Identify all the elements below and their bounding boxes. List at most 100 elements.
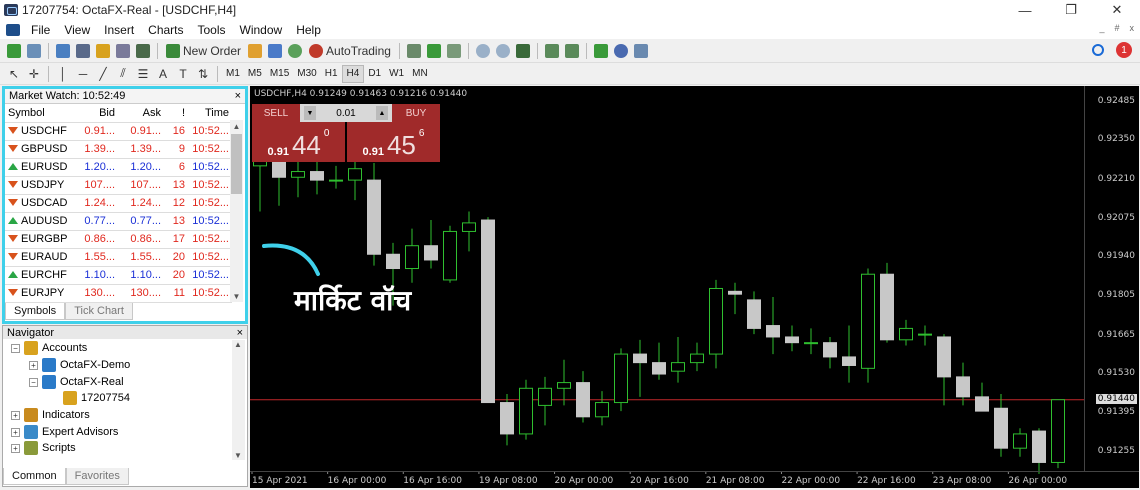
col-ask[interactable]: Ask xyxy=(118,104,164,123)
scroll-thumb[interactable] xyxy=(231,134,242,194)
navigator-close-icon[interactable]: × xyxy=(237,327,243,339)
menu-tools[interactable]: Tools xyxy=(191,23,233,37)
vertical-line-button[interactable]: │ xyxy=(54,65,72,83)
buy-button[interactable]: BUY xyxy=(392,104,440,122)
maximize-button[interactable]: ❐ xyxy=(1048,0,1094,20)
table-row[interactable]: EURUSD 1.20... 1.20... 6 10:52... xyxy=(5,158,232,177)
lot-size-field[interactable]: ▼ 0.01 ▲ xyxy=(300,104,392,122)
symbol-cell[interactable]: USDCAD xyxy=(5,194,69,213)
market-watch-scrollbar[interactable]: ▲ ▼ xyxy=(230,120,243,302)
timeframe-m5[interactable]: M5 xyxy=(244,65,266,83)
col-bid[interactable]: Bid xyxy=(69,104,118,123)
expand-icon[interactable]: + xyxy=(11,410,20,420)
timeframe-mn[interactable]: MN xyxy=(408,65,432,83)
notifications-icon[interactable]: 1 xyxy=(1116,42,1132,58)
timeframe-h1[interactable]: H1 xyxy=(321,65,342,83)
symbol-cell[interactable]: GBPUSD xyxy=(5,140,69,159)
timeframe-m30[interactable]: M30 xyxy=(293,65,320,83)
nav-demo-server[interactable]: + OctaFX-Demo xyxy=(29,357,130,373)
chart-minimize-button[interactable]: _ xyxy=(1099,23,1104,33)
zoom-out-button[interactable] xyxy=(494,42,512,60)
tab-favorites[interactable]: Favorites xyxy=(65,468,129,485)
profiles-button[interactable] xyxy=(25,42,43,60)
arrows-button[interactable]: ⇅ xyxy=(194,65,212,83)
scroll-down-icon[interactable]: ▼ xyxy=(234,451,242,460)
table-row[interactable]: EURJPY 130.... 130.... 11 10:52... xyxy=(5,284,232,303)
tile-windows-button[interactable] xyxy=(514,42,532,60)
bar-chart-button[interactable] xyxy=(405,42,423,60)
lot-increase-icon[interactable]: ▲ xyxy=(376,106,388,120)
zoom-in-button[interactable] xyxy=(474,42,492,60)
scroll-up-icon[interactable]: ▲ xyxy=(230,120,243,132)
new-chart-button[interactable] xyxy=(5,42,23,60)
symbol-cell[interactable]: EURGBP xyxy=(5,230,69,249)
new-order-button[interactable]: New Order xyxy=(163,42,244,60)
nav-account-item[interactable]: 17207754 xyxy=(63,390,130,406)
timeframe-m15[interactable]: M15 xyxy=(266,65,293,83)
horizontal-line-button[interactable]: ─ xyxy=(74,65,92,83)
sell-price[interactable]: 0.91 44 0 xyxy=(252,122,345,162)
search-icon[interactable] xyxy=(1092,44,1104,56)
nav-accounts[interactable]: − Accounts xyxy=(11,340,87,356)
menu-charts[interactable]: Charts xyxy=(141,23,190,37)
menu-view[interactable]: View xyxy=(57,23,97,37)
candlestick-button[interactable] xyxy=(425,42,443,60)
tab-symbols[interactable]: Symbols xyxy=(5,303,66,320)
symbol-cell[interactable]: EURCHF xyxy=(5,266,69,285)
col-time[interactable]: Time xyxy=(188,104,232,123)
nav-expert-advisors[interactable]: + Expert Advisors xyxy=(11,424,118,440)
navigator-scrollbar[interactable]: ▲ ▼ xyxy=(232,340,245,460)
symbol-cell[interactable]: EURUSD xyxy=(5,158,69,177)
minimize-button[interactable]: — xyxy=(1002,0,1048,20)
symbol-cell[interactable]: USDCHF xyxy=(5,122,69,141)
nav-scripts[interactable]: + Scripts xyxy=(11,440,76,456)
col-spread[interactable]: ! xyxy=(164,104,188,123)
expand-icon[interactable]: + xyxy=(29,360,38,370)
tab-tick-chart[interactable]: Tick Chart xyxy=(65,303,133,320)
symbol-cell[interactable]: EURJPY xyxy=(5,284,69,303)
col-symbol[interactable]: Symbol xyxy=(5,104,69,123)
navigator-toggle[interactable] xyxy=(94,42,112,60)
templates-button[interactable] xyxy=(632,42,650,60)
timeframe-m1[interactable]: M1 xyxy=(222,65,244,83)
scroll-down-icon[interactable]: ▼ xyxy=(230,290,243,302)
chart-window-icon[interactable] xyxy=(6,23,20,36)
auto-scroll-button[interactable] xyxy=(543,42,561,60)
lot-decrease-icon[interactable]: ▼ xyxy=(304,106,316,120)
autotrading-button[interactable]: AutoTrading xyxy=(306,42,394,60)
symbol-cell[interactable]: AUDUSD xyxy=(5,212,69,231)
indicators-button[interactable] xyxy=(592,42,610,60)
sell-button[interactable]: SELL xyxy=(252,104,300,122)
metaeditor-button[interactable] xyxy=(246,42,264,60)
scroll-up-icon[interactable]: ▲ xyxy=(234,340,242,349)
tester-toggle[interactable] xyxy=(134,42,152,60)
symbol-cell[interactable]: EURAUD xyxy=(5,248,69,267)
market-watch-toggle[interactable] xyxy=(54,42,72,60)
chart-close-button[interactable]: x xyxy=(1130,23,1135,33)
data-window-toggle[interactable] xyxy=(74,42,92,60)
tab-common[interactable]: Common xyxy=(3,468,66,485)
table-row[interactable]: EURAUD 1.55... 1.55... 20 10:52... xyxy=(5,248,232,267)
buy-price[interactable]: 0.91 45 6 xyxy=(347,122,440,162)
table-row[interactable]: GBPUSD 1.39... 1.39... 9 10:52... xyxy=(5,140,232,159)
market-watch-close-icon[interactable]: × xyxy=(235,90,241,102)
text-label-button[interactable]: T xyxy=(174,65,192,83)
table-row[interactable]: USDCAD 1.24... 1.24... 12 10:52... xyxy=(5,194,232,213)
table-row[interactable]: EURGBP 0.86... 0.86... 17 10:52... xyxy=(5,230,232,249)
collapse-icon[interactable]: − xyxy=(11,343,20,353)
menu-insert[interactable]: Insert xyxy=(97,23,141,37)
cursor-button[interactable]: ↖ xyxy=(5,65,23,83)
periods-button[interactable] xyxy=(612,42,630,60)
menu-window[interactable]: Window xyxy=(233,23,290,37)
terminal-toggle[interactable] xyxy=(114,42,132,60)
symbol-cell[interactable]: USDJPY xyxy=(5,176,69,195)
signals-button[interactable] xyxy=(266,42,284,60)
timeframe-h4[interactable]: H4 xyxy=(341,64,365,83)
timeframe-d1[interactable]: D1 xyxy=(364,65,385,83)
fibonacci-button[interactable]: ☰ xyxy=(134,65,152,83)
expand-icon[interactable]: + xyxy=(11,443,20,453)
menu-help[interactable]: Help xyxy=(289,23,328,37)
chart-shift-button[interactable] xyxy=(563,42,581,60)
crosshair-button[interactable]: ✛ xyxy=(25,65,43,83)
table-row[interactable]: EURCHF 1.10... 1.10... 20 10:52... xyxy=(5,266,232,285)
